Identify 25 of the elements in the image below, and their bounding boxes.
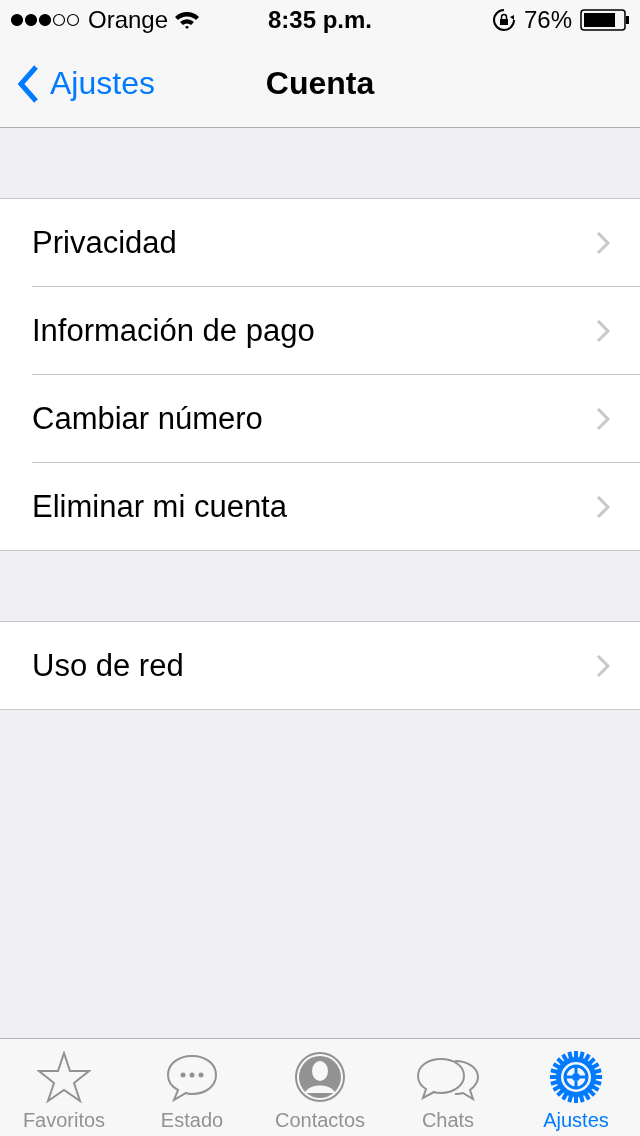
signal-icon bbox=[10, 13, 82, 27]
tab[interactable]: Contactos bbox=[256, 1039, 384, 1136]
gear-icon bbox=[550, 1051, 602, 1103]
back-chevron-icon bbox=[16, 63, 40, 104]
chevron-icon bbox=[596, 406, 610, 431]
back-button[interactable]: Ajustes bbox=[16, 63, 155, 104]
carrier-name: Orange bbox=[88, 6, 169, 34]
chevron-icon bbox=[596, 230, 610, 255]
wifi-icon bbox=[174, 10, 201, 30]
chevron-icon bbox=[596, 653, 610, 678]
speech-bubble-icon bbox=[165, 1053, 219, 1103]
rotation-lock-icon bbox=[491, 8, 516, 32]
screen-title: Cuenta bbox=[265, 65, 375, 102]
person-icon bbox=[294, 1051, 346, 1103]
tab[interactable]: Ajustes bbox=[512, 1039, 640, 1136]
tab[interactable]: Estado bbox=[128, 1039, 256, 1136]
chevron-icon bbox=[596, 494, 610, 519]
status-time: 8:35 p.m. bbox=[268, 6, 373, 34]
star-icon bbox=[37, 1051, 91, 1103]
tab[interactable]: Chats bbox=[384, 1039, 512, 1136]
chat-bubbles-icon bbox=[415, 1055, 481, 1103]
chevron-icon bbox=[596, 318, 610, 343]
battery-icon bbox=[580, 9, 630, 31]
battery-percentage: 76% bbox=[523, 6, 572, 34]
tab[interactable]: Favoritos bbox=[0, 1039, 128, 1136]
